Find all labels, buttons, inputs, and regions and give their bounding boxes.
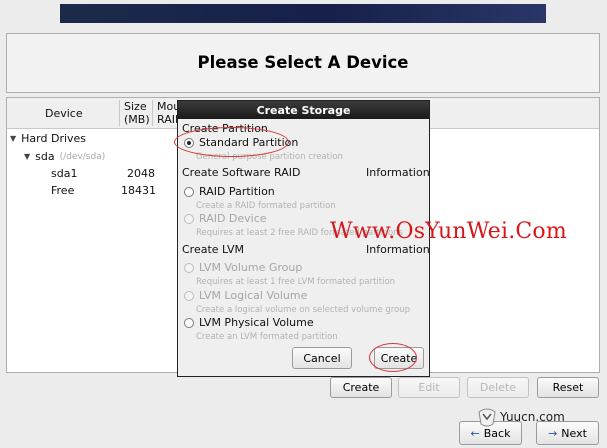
- tree-row-disk[interactable]: ▼ sda (/dev/sda): [24, 150, 105, 163]
- column-separator: [119, 100, 120, 126]
- cancel-button[interactable]: Cancel: [292, 347, 352, 369]
- radio-lvm-physical-volume[interactable]: LVM Physical Volume: [184, 316, 314, 329]
- create-button[interactable]: Create: [330, 377, 392, 398]
- next-button[interactable]: → Next: [536, 421, 599, 445]
- reset-button[interactable]: Reset: [537, 377, 599, 398]
- back-label: Back: [483, 426, 511, 440]
- column-header-size[interactable]: Size (MB): [124, 98, 150, 128]
- installer-banner: [60, 4, 546, 23]
- radio-lvm-volume-group[interactable]: LVM Volume Group: [184, 261, 302, 274]
- option-description: Requires at least 1 free LVM formated pa…: [196, 277, 396, 287]
- column-separator: [152, 100, 153, 126]
- lvm-information-label: Information: [366, 243, 430, 256]
- annotation-ellipse: [369, 343, 417, 372]
- radio-icon[interactable]: [184, 317, 194, 328]
- disk-name: sda: [35, 150, 55, 163]
- radio-disabled-icon: [184, 262, 194, 273]
- title-panel: Please Select A Device: [6, 33, 600, 93]
- back-arrow-icon: ←: [470, 426, 480, 440]
- option-description: Create a RAID formated partition: [196, 201, 336, 211]
- section-create-lvm: Create LVM: [182, 243, 244, 256]
- expander-triangle-icon[interactable]: ▼: [10, 134, 16, 143]
- tree-row-hard-drives[interactable]: ▼ Hard Drives: [10, 132, 86, 145]
- watermark-text: Www.OsYunWei.Com: [330, 219, 567, 244]
- raid-information-label: Information: [366, 166, 430, 179]
- radio-disabled-icon: [184, 290, 194, 301]
- option-label: LVM Logical Volume: [199, 289, 308, 302]
- edit-button[interactable]: Edit: [398, 377, 460, 398]
- option-description: Create an LVM formated partition: [196, 332, 338, 342]
- tree-row-device[interactable]: Free: [51, 184, 74, 197]
- next-label: Next: [561, 426, 587, 440]
- site-watermark: Yuucn.com: [500, 410, 565, 424]
- option-label: LVM Volume Group: [199, 261, 303, 274]
- radio-lvm-logical-volume[interactable]: LVM Logical Volume: [184, 289, 307, 302]
- tree-label: Hard Drives: [21, 132, 87, 145]
- option-label: LVM Physical Volume: [199, 316, 314, 329]
- page-title: Please Select A Device: [197, 53, 409, 72]
- tree-row-device[interactable]: sda1: [51, 167, 77, 180]
- tree-row-size: 2048: [127, 167, 155, 180]
- next-arrow-icon: →: [548, 426, 558, 440]
- tree-row-size: 18431: [121, 184, 156, 197]
- radio-icon[interactable]: [184, 186, 194, 197]
- option-description: Create a logical volume on selected volu…: [196, 305, 411, 315]
- annotation-ellipse: [174, 127, 289, 157]
- radio-raid-device[interactable]: RAID Device: [184, 212, 267, 225]
- expander-triangle-icon[interactable]: ▼: [24, 152, 30, 161]
- dialog-titlebar: Create Storage: [178, 101, 429, 119]
- column-header-device[interactable]: Device: [45, 98, 83, 128]
- radio-raid-partition[interactable]: RAID Partition: [184, 185, 275, 198]
- section-software-raid: Create Software RAID: [182, 166, 301, 179]
- radio-disabled-icon: [184, 213, 194, 224]
- yuucn-logo-icon: [478, 408, 496, 427]
- option-label: RAID Device: [199, 212, 267, 225]
- option-label: RAID Partition: [199, 185, 275, 198]
- disk-path: (/dev/sda): [59, 151, 106, 162]
- delete-button[interactable]: Delete: [467, 377, 529, 398]
